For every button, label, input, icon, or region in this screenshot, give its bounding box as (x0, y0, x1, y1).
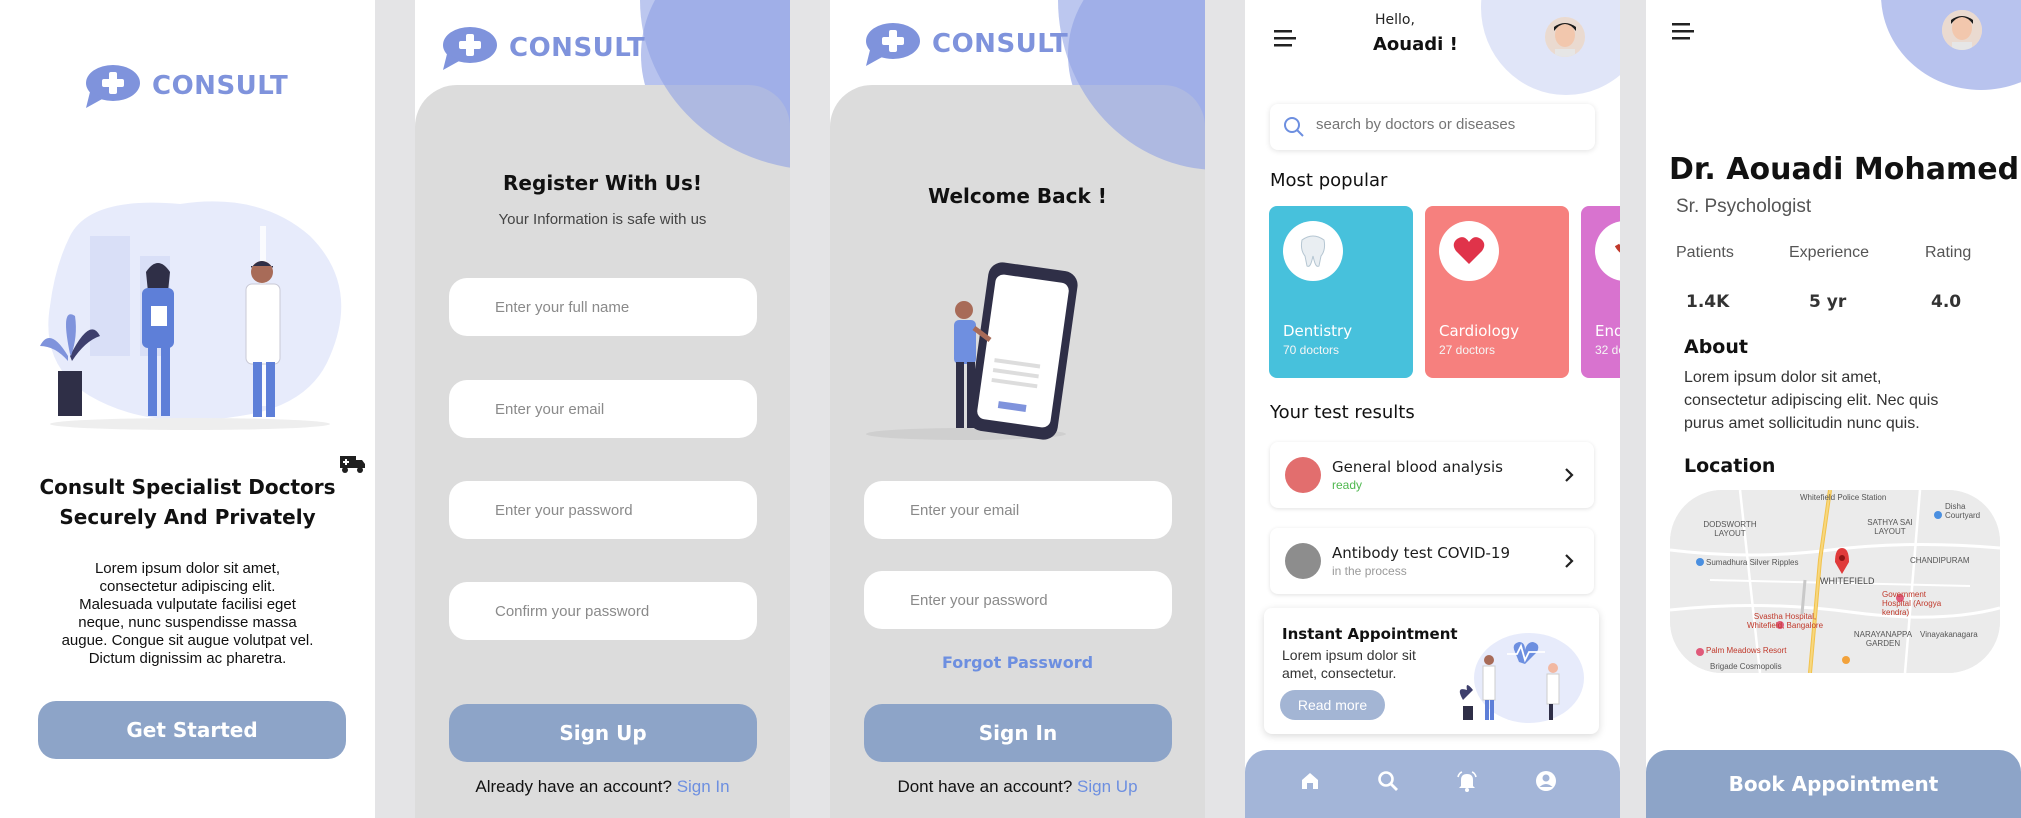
category-card-dentistry[interactable]: Dentistry 70 doctors (1269, 206, 1413, 378)
promo-card: Instant Appointment Lorem ipsum dolor si… (1264, 608, 1599, 734)
email-field[interactable] (449, 380, 757, 438)
doctor-profile-screen: Dr. Aouadi Mohamed Sr. Psychologist Pati… (1646, 0, 2021, 818)
category-card-endocrinology[interactable]: Endocrinology 32 doctors (1581, 206, 1620, 378)
login-screen: CONSULT Welcome Back ! Forgot Password S… (830, 0, 1205, 818)
status-dot (1285, 543, 1321, 579)
about-title: About (1684, 336, 1748, 358)
logo-text: CONSULT (932, 29, 1069, 59)
promo-title: Instant Appointment (1282, 625, 1458, 643)
avatar-image (1942, 10, 1982, 50)
search-bar[interactable] (1270, 104, 1595, 150)
signup-prompt: Dont have an account? Sign Up (897, 777, 1138, 796)
category-card-cardiology[interactable]: Cardiology 27 doctors (1425, 206, 1569, 378)
chevron-right-icon (1565, 468, 1574, 482)
sign-in-link[interactable]: Sign In (677, 777, 730, 796)
avatar[interactable] (1942, 10, 1982, 50)
location-title: Location (1684, 455, 1776, 477)
logo-text: CONSULT (152, 71, 289, 101)
stat-value-rating: 4.0 (1931, 292, 1962, 312)
avatar[interactable] (1545, 17, 1585, 57)
doctor-specialty: Sr. Psychologist (1676, 196, 1812, 217)
greeting: Hello, (1375, 12, 1415, 28)
password-field[interactable] (449, 481, 757, 539)
consult-logo-icon (86, 65, 140, 108)
chevron-right-icon (1565, 554, 1574, 568)
full-name-field[interactable] (449, 278, 757, 336)
sign-in-button[interactable]: Sign In (864, 704, 1172, 762)
avatar-image (1545, 17, 1585, 57)
app-logo: CONSULT (84, 64, 288, 108)
onboarding-description: Lorem ipsum dolor sit amet, consectetur … (61, 560, 314, 667)
tooth-icon (1283, 221, 1343, 281)
user-name: Aouadi ! (1373, 34, 1458, 55)
about-text: Lorem ipsum dolor sit amet, consectetur … (1684, 369, 1939, 432)
results-title: Your test results (1270, 402, 1415, 423)
status-dot (1285, 457, 1321, 493)
register-screen: CONSULT Register With Us! Your Informati… (415, 0, 790, 818)
appointment-illustration (1459, 633, 1584, 723)
get-started-button[interactable]: Get Started (38, 701, 346, 759)
consult-logo-icon (443, 27, 497, 70)
menu-icon[interactable] (1672, 22, 1696, 42)
doctor-name: Dr. Aouadi Mohamed (1669, 152, 2020, 187)
email-field[interactable] (864, 481, 1172, 539)
stat-label-rating: Rating (1925, 244, 1972, 261)
sign-up-button[interactable]: Sign Up (449, 704, 757, 762)
welcome-title: Welcome Back ! (928, 184, 1107, 208)
search-icon[interactable] (1377, 770, 1399, 792)
signin-prompt: Already have an account? Sign In (475, 777, 730, 796)
promo-text: Lorem ipsum dolor sit amet, consectetur. (1282, 647, 1416, 681)
register-subtitle: Your Information is safe with us (498, 211, 707, 228)
heart-icon (1439, 221, 1499, 281)
menu-icon[interactable] (1274, 29, 1298, 49)
popular-title: Most popular (1270, 170, 1388, 191)
stat-label-patients: Patients (1676, 244, 1734, 261)
gland-icon (1595, 221, 1620, 281)
phone-illustration (866, 262, 1078, 440)
read-more-button[interactable]: Read more (1280, 690, 1385, 720)
app-logo: CONSULT (864, 22, 1068, 66)
bottom-nav (1245, 750, 1620, 818)
home-icon[interactable] (1299, 770, 1321, 792)
result-item-covid[interactable]: Antibody test COVID-19 in the process (1270, 528, 1594, 594)
doctors-illustration (40, 201, 342, 430)
home-screen: Hello, Aouadi ! Most popular Dentistry 7… (1245, 0, 1620, 818)
stat-value-patients: 1.4K (1686, 292, 1730, 312)
ambulance-icon (340, 456, 365, 473)
confirm-password-field[interactable] (449, 582, 757, 640)
app-logo: CONSULT (441, 26, 645, 70)
onboarding-screen: CONSULT Consult Specialist Doctors Secur… (0, 0, 375, 818)
consult-logo-icon (866, 23, 920, 66)
location-map[interactable]: Whitefield Police Station DODSWORTH LAYO… (1670, 490, 2000, 673)
book-appointment-button[interactable]: Book Appointment (1646, 750, 2021, 818)
password-field[interactable] (864, 571, 1172, 629)
stat-label-experience: Experience (1789, 244, 1870, 261)
onboarding-headline: Consult Specialist Doctors Securely And … (39, 475, 336, 529)
logo-text: CONSULT (509, 33, 646, 63)
search-icon (1284, 117, 1304, 137)
bell-icon[interactable] (1456, 770, 1478, 792)
register-title: Register With Us! (503, 171, 702, 195)
result-item-blood[interactable]: General blood analysis ready (1270, 442, 1594, 508)
user-icon[interactable] (1535, 770, 1557, 792)
forgot-password-link[interactable]: Forgot Password (830, 653, 1205, 672)
stat-value-experience: 5 yr (1809, 292, 1847, 312)
sign-up-link[interactable]: Sign Up (1077, 777, 1137, 796)
search-input[interactable] (1316, 116, 1576, 133)
